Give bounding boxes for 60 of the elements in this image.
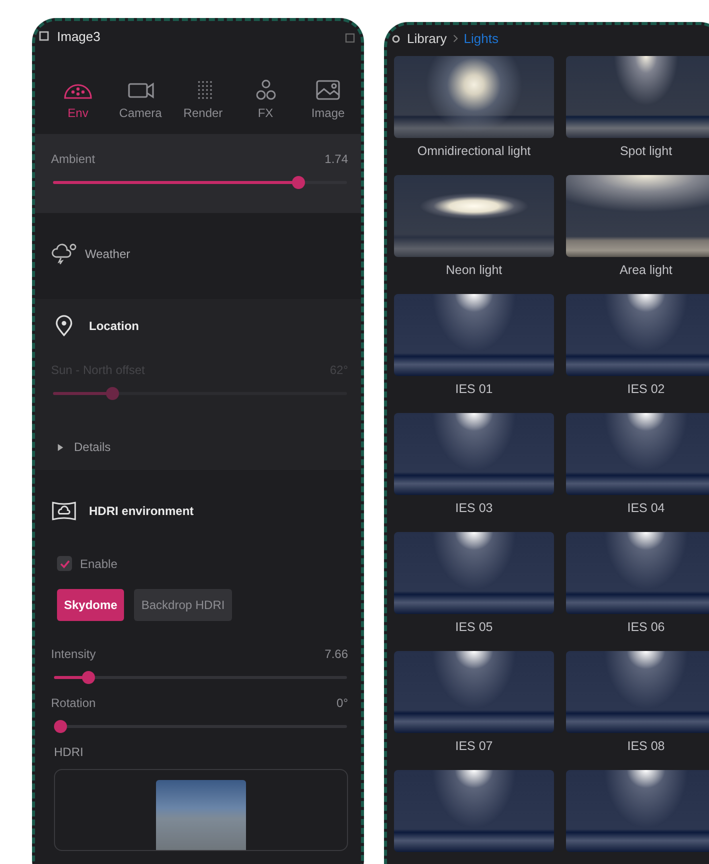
item-label: Omnidirectional light — [417, 144, 531, 160]
triangle-icon — [57, 444, 64, 450]
tab[interactable]: Env — [49, 79, 107, 120]
slider-value: 0° — [336, 696, 348, 710]
light-preview[interactable] — [566, 413, 709, 495]
item-label: IES 04 — [627, 501, 665, 517]
light-preview[interactable] — [394, 532, 554, 614]
ambient-slider[interactable] — [53, 176, 347, 189]
slider-value: 7.66 — [324, 647, 348, 661]
checkbox-label: Enable — [80, 556, 118, 570]
light-preview[interactable] — [394, 651, 554, 733]
picture-icon — [313, 79, 343, 101]
mode-button[interactable]: Backdrop HDRI — [134, 589, 232, 621]
section-title: Location — [89, 319, 139, 333]
square-icon[interactable] — [345, 33, 355, 43]
item-label: IES 02 — [627, 382, 665, 398]
slider-label: Intensity — [51, 647, 96, 661]
tab[interactable]: Camera — [112, 79, 170, 120]
weather-row[interactable]: Weather — [35, 213, 361, 299]
light-preview[interactable] — [566, 175, 709, 257]
light-preview[interactable] — [566, 532, 709, 614]
slider[interactable] — [54, 671, 347, 684]
breadcrumb-link[interactable]: Library — [407, 31, 447, 46]
field-label: HDRI — [54, 745, 84, 759]
hdri-picker[interactable] — [54, 769, 348, 851]
details-toggle[interactable]: Details — [57, 440, 111, 454]
checkbox[interactable] — [57, 556, 72, 571]
light-preview[interactable] — [566, 651, 709, 733]
slider-label: Ambient — [51, 152, 96, 166]
item-label: IES 06 — [627, 620, 665, 636]
tab[interactable]: Image — [299, 79, 357, 120]
cloud-frame-icon — [51, 500, 77, 522]
cloud-lightning-icon — [51, 243, 77, 265]
tab[interactable]: FX — [236, 79, 294, 120]
slider-label: Rotation — [51, 696, 96, 710]
item-label: IES 07 — [455, 739, 493, 755]
panel-title: Image3 — [57, 28, 100, 44]
light-preview[interactable] — [394, 413, 554, 495]
slider[interactable] — [54, 720, 347, 733]
section-title: HDRI environment — [89, 504, 194, 518]
tab[interactable]: Render — [174, 79, 232, 120]
light-preview[interactable] — [394, 770, 554, 852]
chevron-icon — [452, 34, 458, 43]
item-label: IES 08 — [627, 739, 665, 755]
item-label: Spot light — [620, 144, 672, 160]
item-label: IES 03 — [455, 501, 493, 517]
light-preview[interactable] — [566, 294, 709, 376]
sun-offset-slider[interactable] — [53, 387, 347, 400]
light-preview[interactable] — [394, 175, 554, 257]
mode-button[interactable]: Skydome — [57, 589, 124, 621]
light-preview[interactable] — [566, 56, 709, 138]
item-label: IES 05 — [455, 620, 493, 636]
slider-value: 1.74 — [324, 152, 348, 166]
light-preview[interactable] — [394, 294, 554, 376]
item-label: IES 01 — [455, 382, 493, 398]
item-label: Area light — [620, 263, 672, 279]
light-preview[interactable] — [566, 770, 709, 852]
item-label: Neon light — [446, 263, 502, 279]
light-preview[interactable] — [394, 56, 554, 138]
breadcrumb-link[interactable]: Lights — [464, 31, 498, 46]
